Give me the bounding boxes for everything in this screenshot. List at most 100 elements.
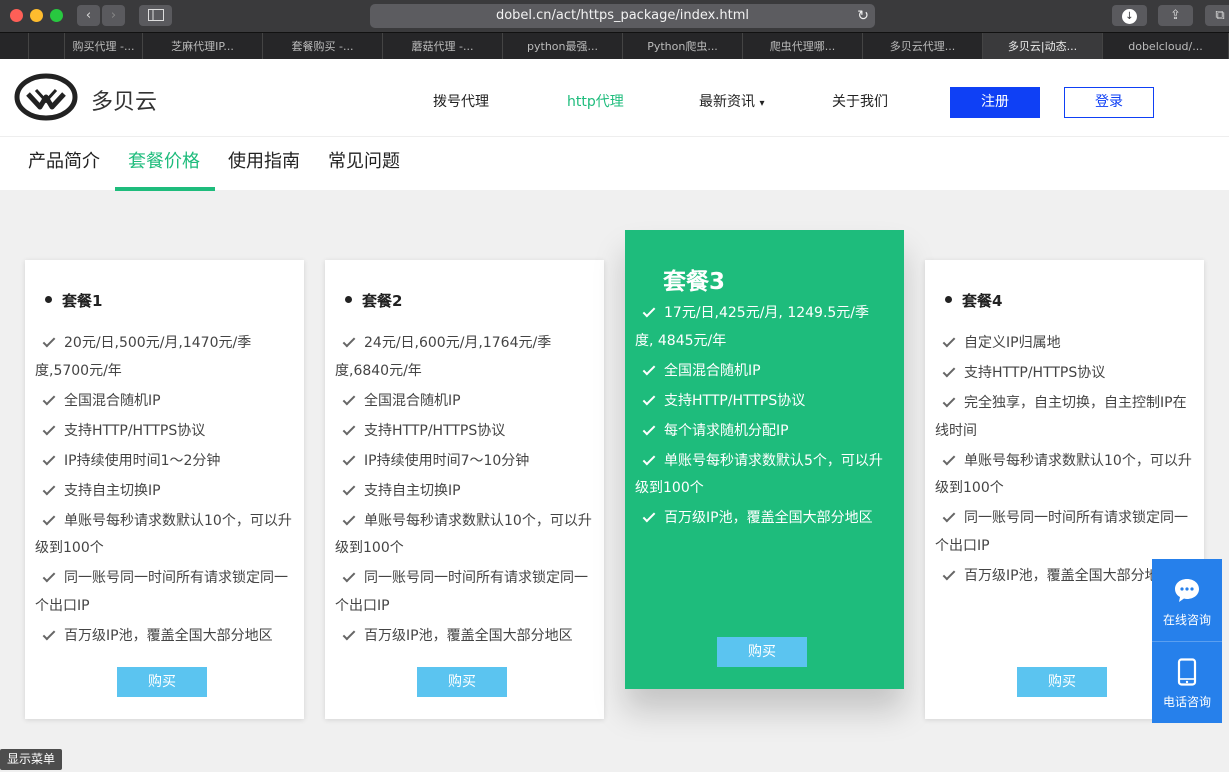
mobile-phone-icon — [1177, 658, 1197, 686]
feature-text: 24元/日,600元/月,1764元/季度,6840元/年 — [335, 335, 552, 379]
check-icon — [642, 452, 656, 465]
bullet-icon — [345, 296, 352, 303]
zoom-window-button[interactable] — [50, 9, 63, 22]
share-button[interactable]: ⇪ — [1158, 5, 1193, 26]
minimize-window-button[interactable] — [30, 9, 43, 22]
nav-http-proxy[interactable]: http代理 — [567, 91, 624, 111]
bullet-icon — [45, 296, 52, 303]
nav-dial-proxy[interactable]: 拨号代理 — [433, 91, 489, 111]
feature-list: 20元/日,500元/月,1470元/季度,5700元/年 全国混合随机IP 支… — [35, 330, 293, 653]
sub-navigation: 产品简介 套餐价格 使用指南 常见问题 — [0, 136, 1229, 191]
feature-item: IP持续使用时间7～10分钟 — [335, 448, 593, 476]
feature-list: 24元/日,600元/月,1764元/季度,6840元/年 全国混合随机IP 支… — [335, 330, 593, 653]
downloads-button[interactable]: ↓ — [1112, 5, 1147, 26]
browser-tab[interactable]: dobelcloud/... — [1103, 33, 1229, 60]
feature-item: 支持HTTP/HTTPS协议 — [35, 418, 293, 446]
browser-tab[interactable]: python最强... — [503, 33, 623, 60]
browser-tab[interactable]: Python爬虫... — [623, 33, 743, 60]
browser-tab[interactable]: 芝麻代理IP... — [143, 33, 263, 60]
feature-text: 全国混合随机IP — [364, 392, 461, 409]
browser-tab[interactable]: 爬虫代理哪... — [743, 33, 863, 60]
feature-text: IP持续使用时间7～10分钟 — [364, 452, 530, 469]
reload-icon[interactable]: ↻ — [857, 4, 869, 28]
feature-text: 支持HTTP/HTTPS协议 — [964, 365, 1106, 381]
feature-item: 支持HTTP/HTTPS协议 — [935, 360, 1193, 388]
browser-tab[interactable]: 蘑菇代理 -... — [383, 33, 503, 60]
feature-item: 支持自主切换IP — [35, 478, 293, 506]
browser-tab-active[interactable]: 多贝云|动态... — [983, 33, 1103, 60]
sidebar-icon — [147, 9, 164, 21]
feature-item: 同一账号同一时间所有请求锁定同一个出口IP — [335, 565, 593, 620]
tab-pinned[interactable] — [29, 33, 65, 60]
tab-product-intro[interactable]: 产品简介 — [28, 147, 100, 173]
feature-item: 全国混合随机IP — [35, 388, 293, 416]
package-title-text: 套餐4 — [962, 292, 1003, 310]
browser-tab[interactable]: 套餐购买 -... — [263, 33, 383, 60]
buy-button[interactable]: 购买 — [717, 637, 807, 667]
tab-guide[interactable]: 使用指南 — [228, 147, 300, 173]
logo-icon[interactable] — [14, 73, 78, 121]
feature-item: 同一账号同一时间所有请求锁定同一个出口IP — [35, 565, 293, 620]
feature-list: 自定义IP归属地 支持HTTP/HTTPS协议 完全独享，自主切换，自主控制IP… — [935, 330, 1193, 593]
tab-pinned[interactable] — [0, 33, 29, 60]
online-consult-button[interactable]: 在线咨询 — [1152, 559, 1222, 641]
feature-text: 同一账号同一时间所有请求锁定同一个出口IP — [35, 570, 288, 614]
check-icon — [342, 392, 356, 405]
feature-item: 24元/日,600元/月,1764元/季度,6840元/年 — [335, 330, 593, 385]
check-icon — [342, 452, 356, 465]
show-menu-button[interactable]: 显示菜单 — [0, 749, 62, 770]
site-header: 多贝云 拨号代理 http代理 最新资讯 ▾ 关于我们 注册 登录 — [0, 59, 1229, 136]
feature-item: 百万级IP池，覆盖全国大部分地区 — [635, 505, 885, 533]
feature-item: 20元/日,500元/月,1470元/季度,5700元/年 — [35, 330, 293, 385]
online-consult-label: 在线咨询 — [1162, 613, 1211, 627]
close-window-button[interactable] — [10, 9, 23, 22]
tab-faq[interactable]: 常见问题 — [328, 147, 400, 173]
check-icon — [42, 627, 56, 640]
check-icon — [42, 569, 56, 583]
package-card: 套餐2 24元/日,600元/月,1764元/季度,6840元/年 全国混合随机… — [325, 260, 604, 719]
tab-pricing[interactable]: 套餐价格 — [128, 147, 200, 173]
feature-item: 同一账号同一时间所有请求锁定同一个出口IP — [935, 505, 1193, 560]
register-button[interactable]: 注册 — [950, 87, 1040, 118]
sidebar-toggle-button[interactable] — [139, 5, 172, 26]
url-text: dobel.cn/act/https_package/index.html — [495, 8, 750, 23]
feature-text: 完全独享，自主切换，自主控制IP在线时间 — [935, 395, 1187, 439]
feature-item: 百万级IP池，覆盖全国大部分地区 — [335, 623, 593, 651]
feature-text: 百万级IP池，覆盖全国大部分地区 — [64, 627, 273, 644]
feature-text: 百万级IP池，覆盖全国大部分地区 — [364, 627, 573, 644]
download-icon: ↓ — [1122, 9, 1137, 24]
share-icon: ⇪ — [1170, 8, 1181, 23]
package-title: 套餐1 — [45, 290, 102, 311]
buy-button[interactable]: 购买 — [1017, 667, 1107, 697]
check-icon — [642, 422, 656, 435]
nav-news-label: 最新资讯 — [699, 94, 755, 110]
feature-text: 20元/日,500元/月,1470元/季度,5700元/年 — [35, 335, 252, 379]
feature-item: 完全独享，自主切换，自主控制IP在线时间 — [935, 390, 1193, 445]
forward-button[interactable]: › — [102, 5, 125, 26]
login-button[interactable]: 登录 — [1064, 87, 1154, 118]
feature-item: IP持续使用时间1～2分钟 — [35, 448, 293, 476]
package-title: 套餐2 — [345, 290, 402, 311]
feature-text: 单账号每秒请求数默认10个，可以升级到100个 — [935, 452, 1192, 497]
buy-button[interactable]: 购买 — [117, 667, 207, 697]
chevron-left-icon: ‹ — [85, 8, 92, 23]
phone-consult-button[interactable]: 电话咨询 — [1152, 641, 1222, 723]
tabs-overview-button[interactable]: ⧉ — [1205, 5, 1229, 26]
browser-tab[interactable]: 购买代理 -... — [65, 33, 143, 60]
feature-text: 支持自主切换IP — [364, 482, 461, 499]
nav-news[interactable]: 最新资讯 ▾ — [699, 91, 764, 111]
nav-about[interactable]: 关于我们 — [832, 91, 888, 111]
logo-text[interactable]: 多贝云 — [91, 84, 157, 116]
buy-button[interactable]: 购买 — [417, 667, 507, 697]
back-button[interactable]: ‹ — [77, 5, 100, 26]
browser-tab[interactable]: 多贝云代理... — [863, 33, 983, 60]
feature-text: 同一账号同一时间所有请求锁定同一个出口IP — [935, 510, 1188, 554]
check-icon — [942, 394, 956, 408]
package-title-text: 套餐3 — [663, 269, 726, 295]
feature-item: 支持HTTP/HTTPS协议 — [335, 418, 593, 446]
address-bar[interactable]: dobel.cn/act/https_package/index.html ↻ — [370, 4, 875, 28]
check-icon — [942, 334, 956, 348]
check-icon — [42, 512, 56, 525]
check-icon — [642, 362, 656, 375]
check-icon — [42, 452, 56, 465]
